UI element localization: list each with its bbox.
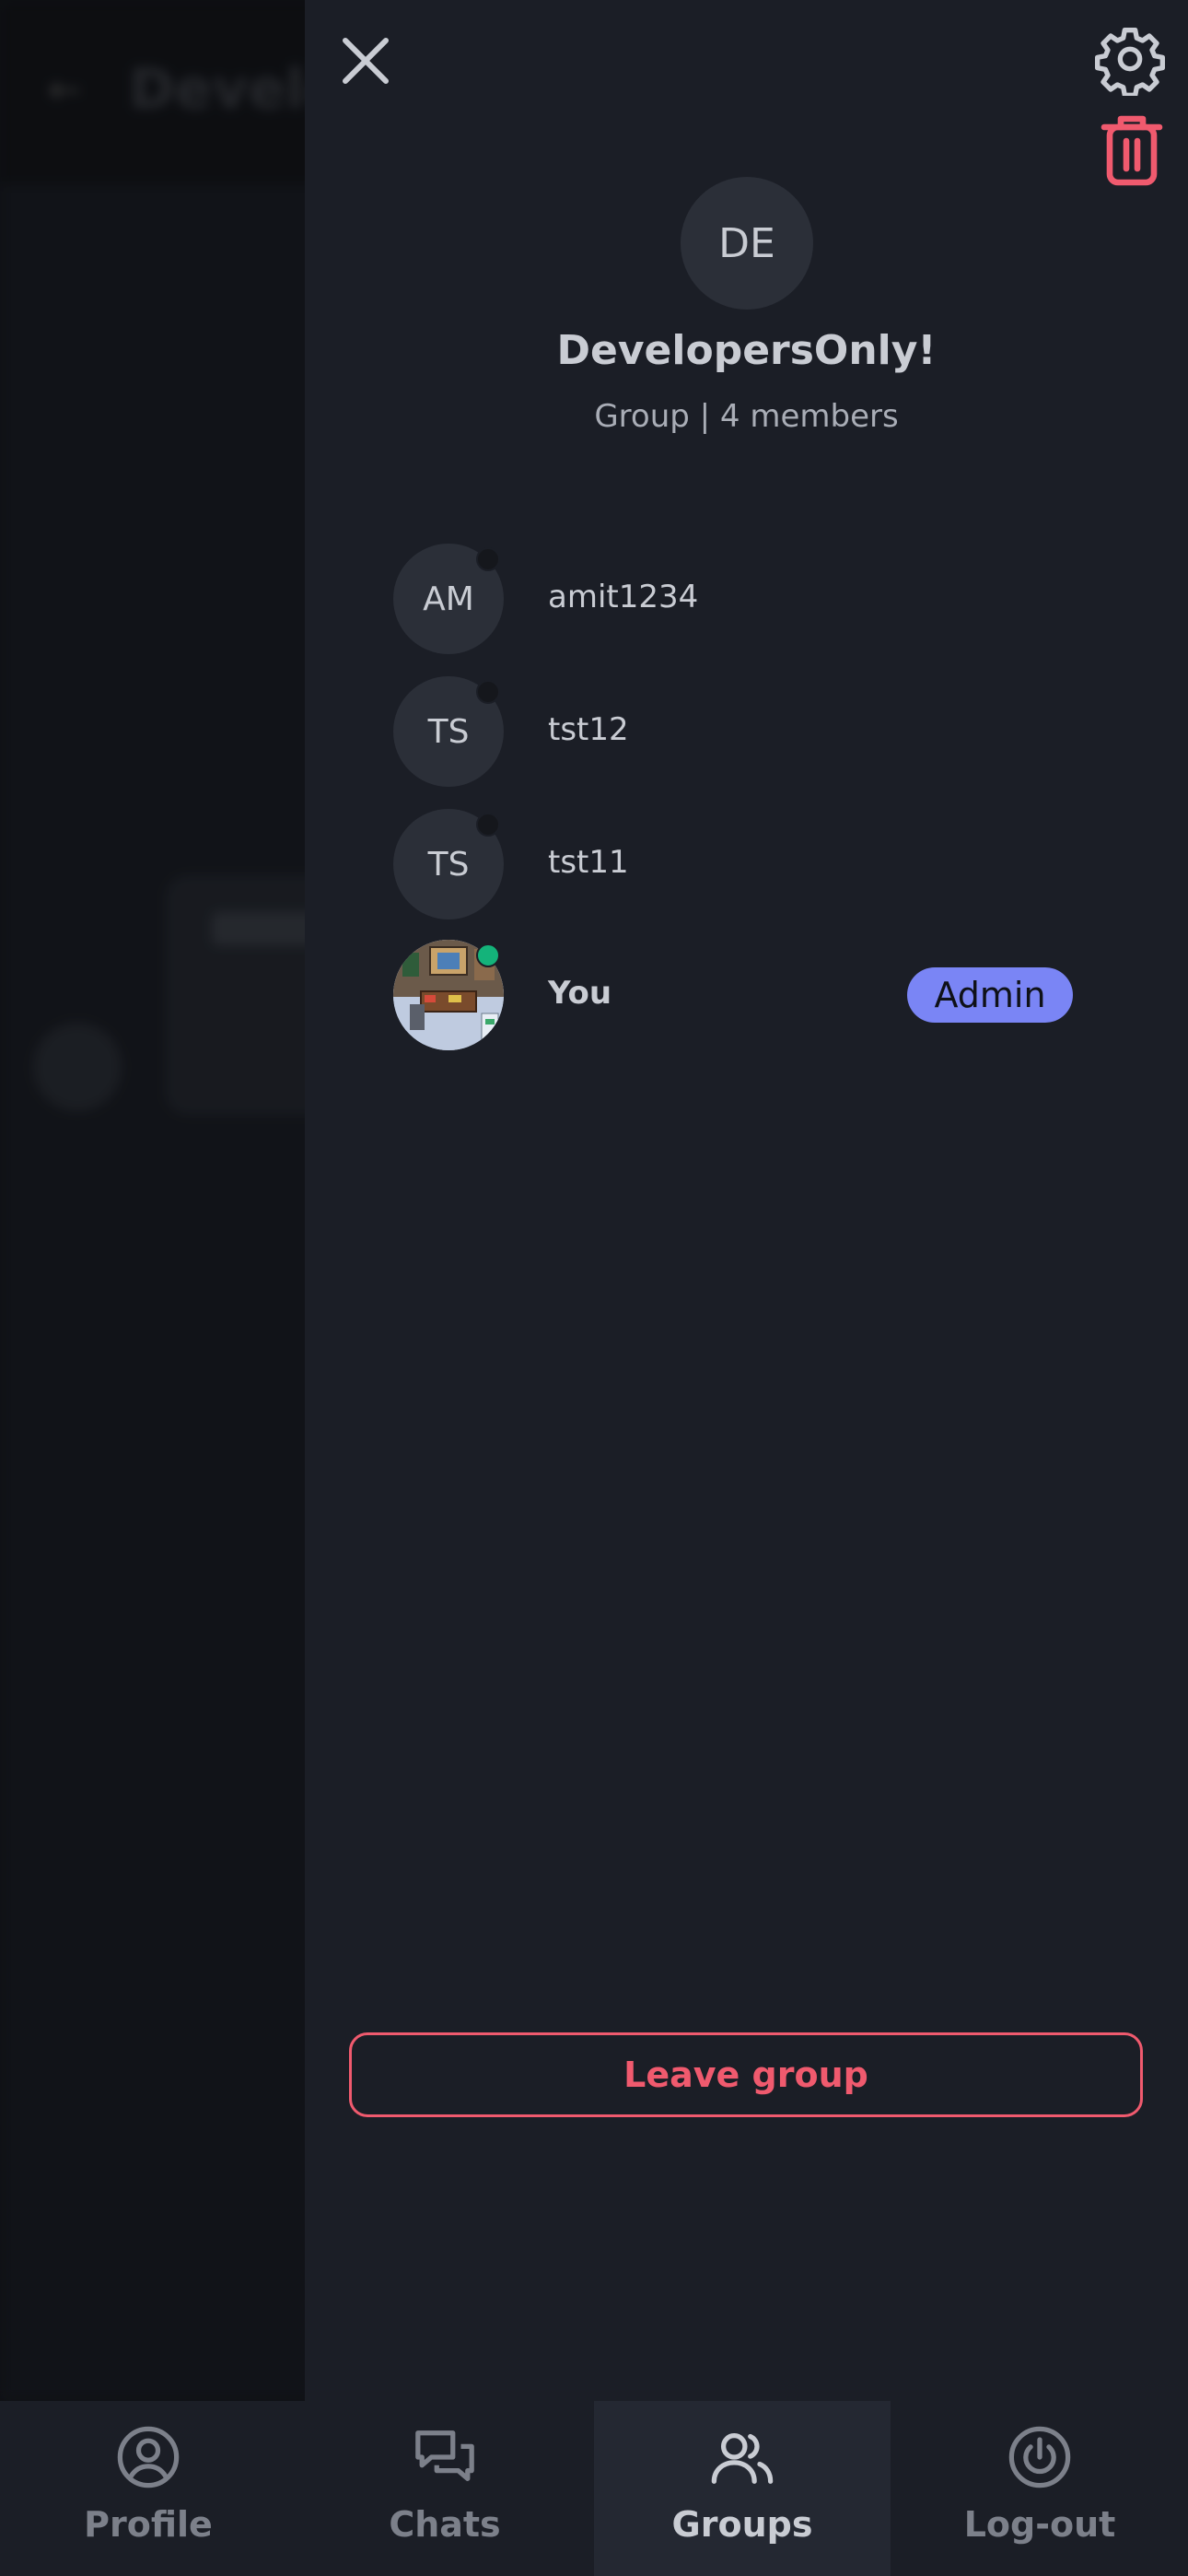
user-circle-icon xyxy=(117,2426,180,2488)
chat-bubbles-icon xyxy=(415,2430,474,2481)
leave-group-button[interactable]: Leave group xyxy=(349,2032,1143,2117)
online-status-dot xyxy=(476,943,500,967)
group-name: DevelopersOnly! xyxy=(556,327,937,374)
member-row[interactable]: You Admin xyxy=(393,940,1130,1054)
member-name: amit1234 xyxy=(548,579,699,615)
nav-item-groups[interactable]: Groups xyxy=(594,2401,891,2576)
bottom-navigation: Profile Chats Groups Log-out xyxy=(0,2401,1188,2576)
member-name: tst12 xyxy=(548,711,629,748)
member-row[interactable]: AM amit1234 xyxy=(393,544,1130,658)
nav-item-profile[interactable]: Profile xyxy=(0,2401,297,2576)
gear-icon xyxy=(1095,28,1165,99)
nav-item-logout[interactable]: Log-out xyxy=(891,2401,1188,2576)
member-row[interactable]: TS tst11 xyxy=(393,809,1130,923)
nav-label: Log-out xyxy=(963,2504,1116,2545)
users-icon xyxy=(711,2433,774,2484)
nav-label: Chats xyxy=(389,2504,501,2545)
offline-status-dot xyxy=(476,547,500,571)
group-settings-button[interactable] xyxy=(1093,22,1167,99)
group-member-count: Group | 4 members xyxy=(594,398,899,435)
close-button[interactable] xyxy=(338,33,393,88)
offline-status-dot xyxy=(476,813,500,837)
offline-status-dot xyxy=(476,680,500,704)
member-row[interactable]: TS tst12 xyxy=(393,676,1130,790)
member-name: You xyxy=(548,975,612,1012)
member-name: tst11 xyxy=(548,844,629,881)
power-icon xyxy=(1008,2426,1071,2488)
close-icon xyxy=(343,38,389,84)
trash-icon xyxy=(1101,115,1163,186)
nav-label: Profile xyxy=(84,2504,213,2545)
delete-group-button[interactable] xyxy=(1099,111,1165,188)
admin-badge: Admin xyxy=(907,967,1073,1023)
group-info-drawer: DE DevelopersOnly! Group | 4 members AM … xyxy=(305,0,1188,2401)
nav-label: Groups xyxy=(671,2504,813,2545)
nav-item-chats[interactable]: Chats xyxy=(297,2401,593,2576)
group-avatar: DE xyxy=(681,177,813,310)
